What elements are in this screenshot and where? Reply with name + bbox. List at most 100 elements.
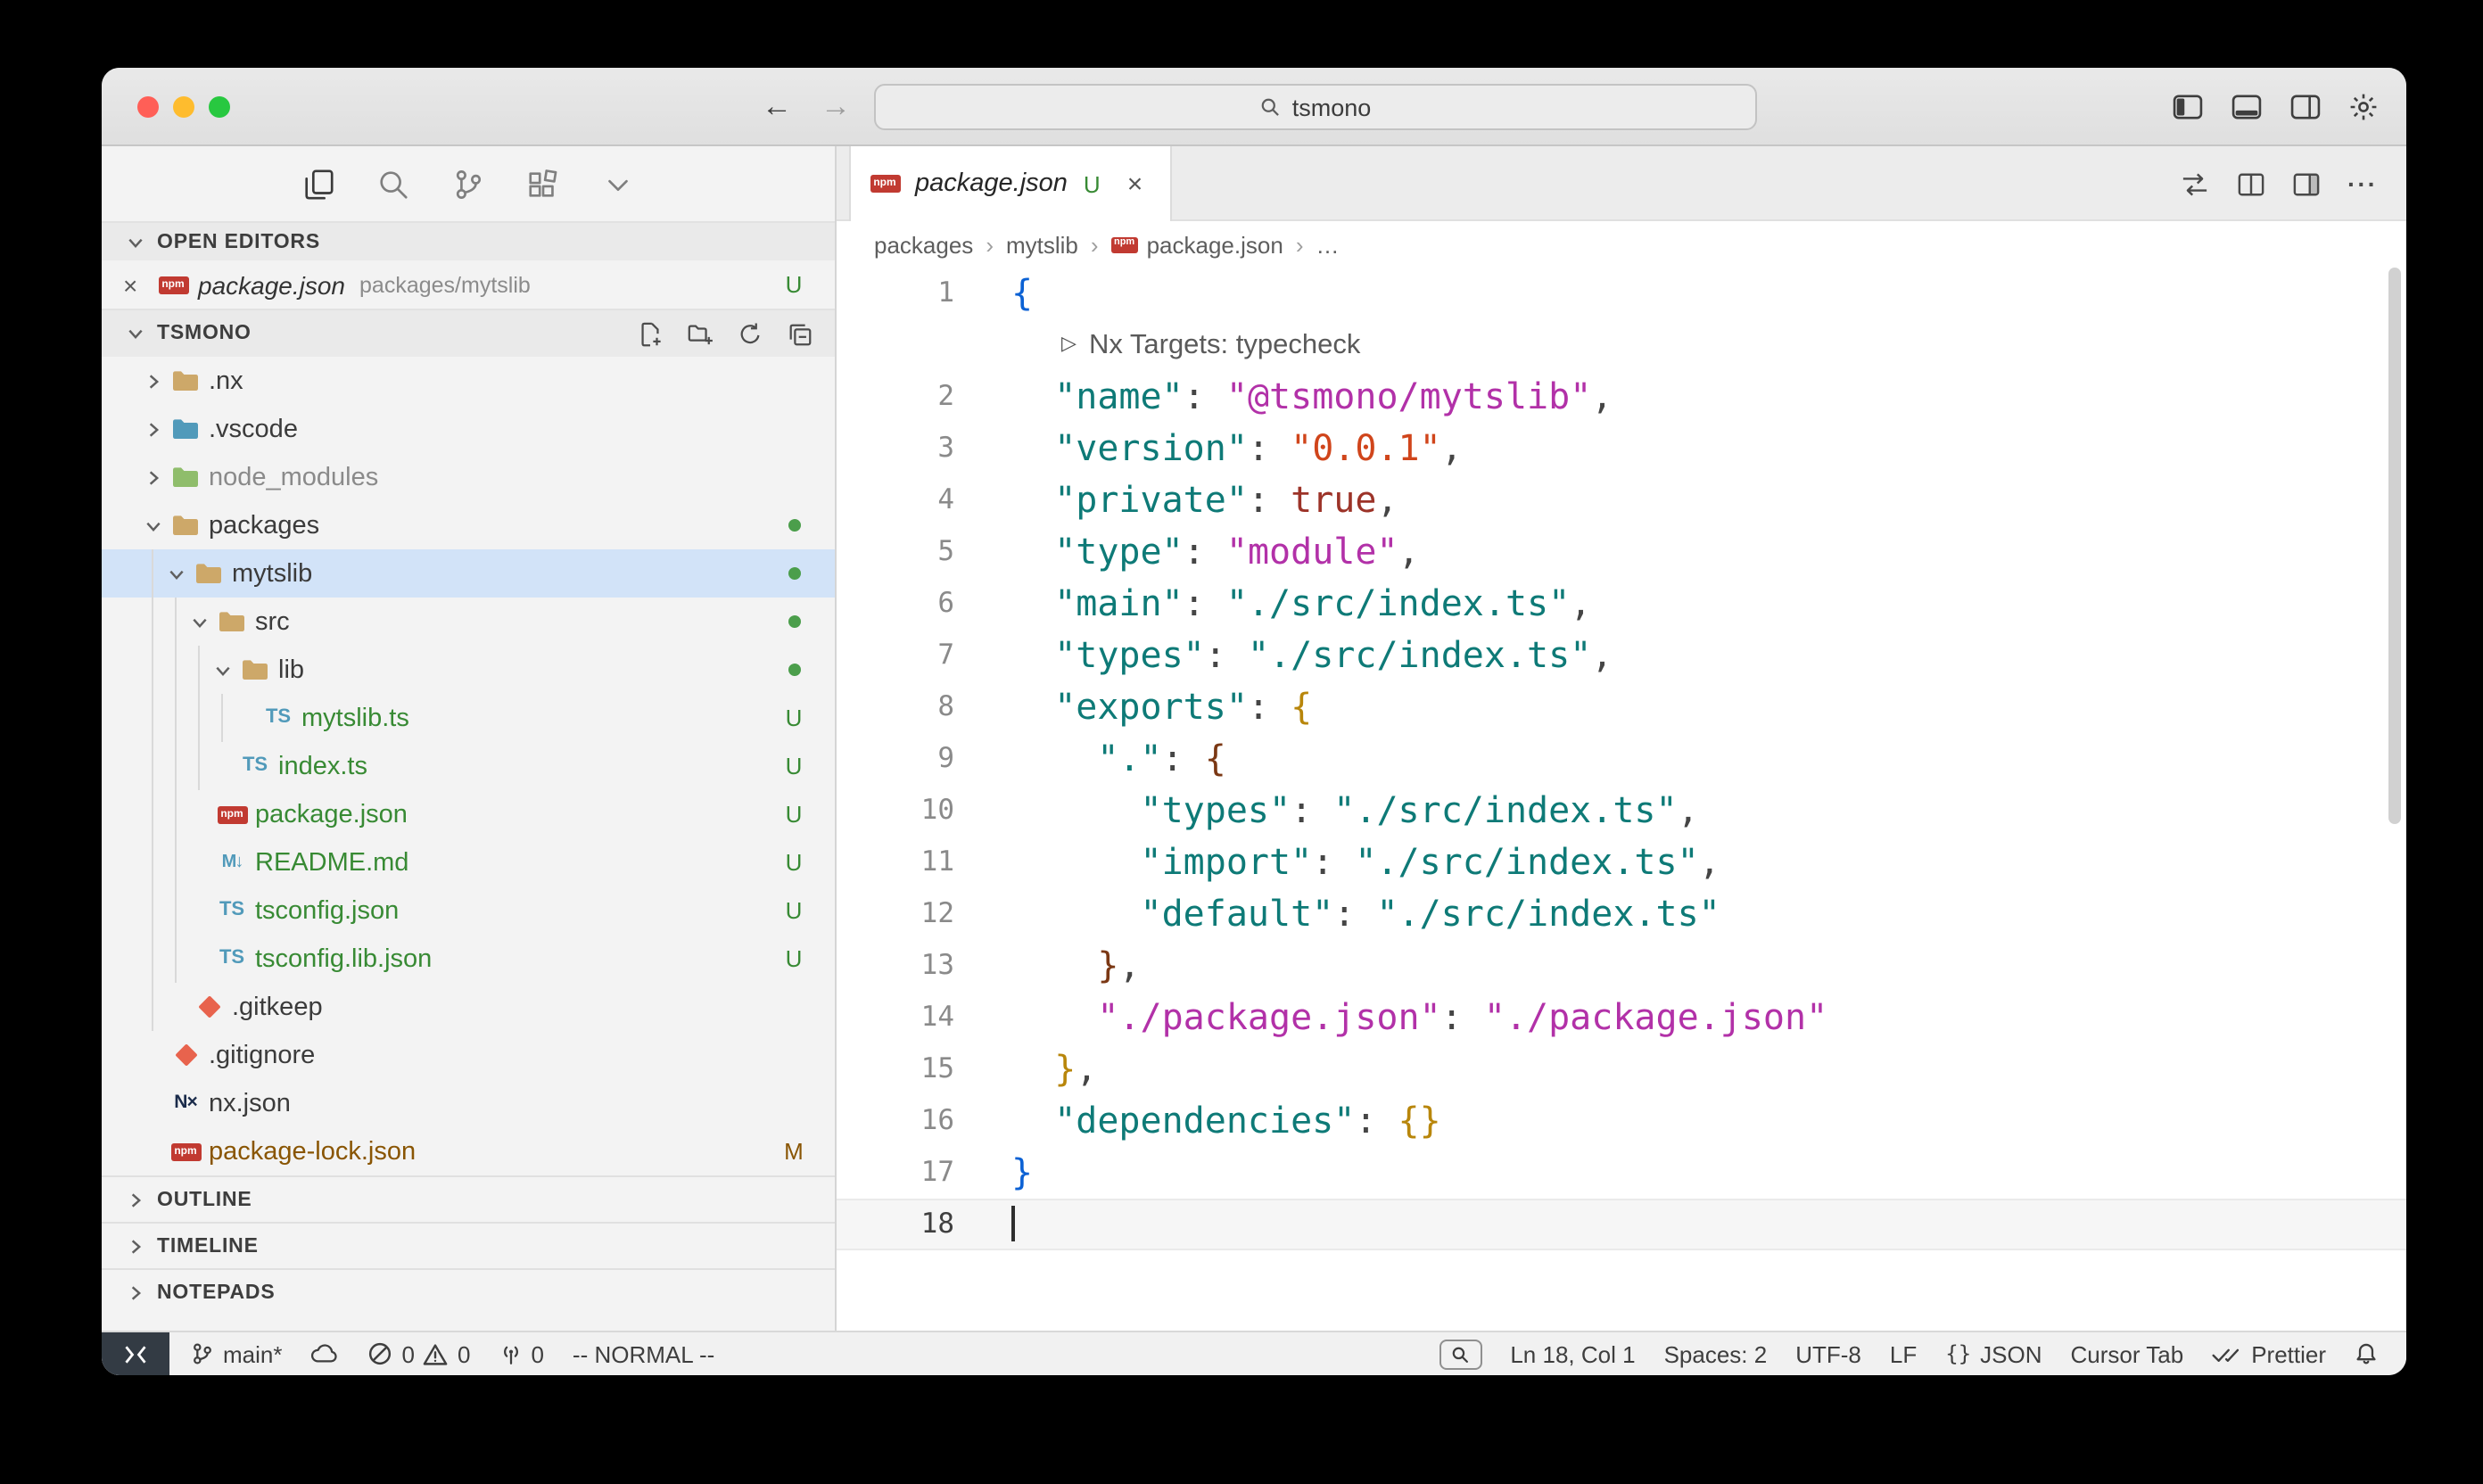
tree-item-tsconfig.lib.json[interactable]: TStsconfig.lib.jsonU <box>102 935 835 983</box>
refresh-icon[interactable] <box>737 320 763 347</box>
split-editor-icon[interactable] <box>2237 170 2265 197</box>
source-control-icon[interactable] <box>451 168 485 202</box>
code-line-6[interactable]: 6 "main": "./src/index.ts", <box>837 578 2406 630</box>
status-sync[interactable] <box>297 1331 354 1375</box>
breadcrumb-packages[interactable]: packages <box>874 231 973 258</box>
bell-icon <box>2355 1341 2378 1366</box>
toggle-primary-sidebar-icon[interactable] <box>2173 95 2203 120</box>
minimize-window-button[interactable] <box>173 96 194 118</box>
more-actions-icon[interactable]: ··· <box>2347 169 2378 198</box>
chevron-down-icon <box>120 325 150 342</box>
panel-header-timeline[interactable]: TIMELINE <box>102 1222 835 1268</box>
tree-item-tsconfig.json[interactable]: TStsconfig.jsonU <box>102 886 835 935</box>
close-window-button[interactable] <box>137 96 159 118</box>
tree-item-nx.json[interactable]: N×nx.json <box>102 1079 835 1127</box>
tree-item-packages[interactable]: packages <box>102 501 835 549</box>
zoom-window-button[interactable] <box>209 96 230 118</box>
code-line-1[interactable]: 1{ <box>837 268 2406 319</box>
compare-changes-icon[interactable] <box>2180 170 2210 197</box>
more-views-icon[interactable] <box>601 168 635 202</box>
explorer-icon[interactable] <box>301 168 335 202</box>
tree-item-mytslib.ts[interactable]: TSmytslib.tsU <box>102 694 835 742</box>
cloud-upload-icon <box>311 1343 340 1364</box>
close-tab-icon[interactable]: × <box>1127 169 1143 199</box>
code-line-18[interactable]: 18 <box>837 1199 2406 1250</box>
tab-package-json[interactable]: npm package.json U × <box>849 146 1172 221</box>
sidebar: OPEN EDITORS × npm package.json packages… <box>102 146 837 1331</box>
code-line-11[interactable]: 11 "import": "./src/index.ts", <box>837 837 2406 888</box>
code-line-17[interactable]: 17} <box>837 1147 2406 1199</box>
tree-item-.vscode[interactable]: .vscode <box>102 405 835 453</box>
codelens-nx-targets[interactable]: ▷Nx Targets: typecheck <box>1061 319 1360 371</box>
tree-item-node_modules[interactable]: node_modules <box>102 453 835 501</box>
close-editor-icon[interactable]: × <box>123 270 155 299</box>
tree-item-lib[interactable]: lib <box>102 646 835 694</box>
search-icon[interactable] <box>376 168 410 202</box>
tree-item-mytslib[interactable]: mytslib <box>102 549 835 598</box>
status-cursor-position[interactable]: Ln 18, Col 1 <box>1496 1331 1649 1375</box>
code-line-16[interactable]: 16 "dependencies": {} <box>837 1095 2406 1147</box>
code-line-2[interactable]: 2 "name": "@tsmono/mytslib", <box>837 371 2406 423</box>
tree-item-index.ts[interactable]: TSindex.tsU <box>102 742 835 790</box>
toggle-panel-icon[interactable] <box>2231 95 2262 120</box>
status-notifications[interactable] <box>2340 1331 2392 1375</box>
status-ports[interactable]: 0 <box>484 1331 557 1375</box>
open-editor-package-json[interactable]: × npm package.json packages/mytslib U <box>102 260 835 309</box>
breadcrumb-package.json[interactable]: npmpackage.json <box>1111 231 1283 258</box>
status-cursor-tab[interactable]: Cursor Tab <box>2057 1331 2198 1375</box>
workspace-header-tsmono[interactable]: TSMONO <box>102 309 835 357</box>
tree-item-README.md[interactable]: M↓README.mdU <box>102 838 835 886</box>
extensions-icon[interactable] <box>526 168 560 202</box>
new-folder-icon[interactable] <box>687 320 714 347</box>
breadcrumb-more[interactable]: … <box>1316 231 1340 258</box>
navigate-back-button[interactable]: ← <box>762 89 792 125</box>
settings-gear-icon[interactable] <box>2349 93 2378 121</box>
breadcrumb-mytslib[interactable]: mytslib <box>1006 231 1078 258</box>
tree-item-package.json[interactable]: npmpackage.jsonU <box>102 790 835 838</box>
collapse-all-icon[interactable] <box>787 320 813 347</box>
status-remote-indicator[interactable] <box>102 1332 169 1375</box>
tree-item-src[interactable]: src <box>102 598 835 646</box>
status-zoom[interactable] <box>1424 1331 1496 1375</box>
code-line-12[interactable]: 12 "default": "./src/index.ts" <box>837 888 2406 940</box>
code-line-9[interactable]: 9 ".": { <box>837 733 2406 785</box>
git-status-badge: U <box>763 271 824 298</box>
command-center-search[interactable]: tsmono <box>874 84 1757 130</box>
npm-file-icon: npm <box>214 805 250 823</box>
chevron-down-icon <box>120 233 150 251</box>
code-line-8[interactable]: 8 "exports": { <box>837 681 2406 733</box>
code-line-15[interactable]: 15 }, <box>837 1043 2406 1095</box>
toggle-secondary-sidebar-icon[interactable] <box>2290 95 2321 120</box>
status-language-mode[interactable]: {}JSON <box>1931 1331 2056 1375</box>
status-problems[interactable]: 00 <box>354 1331 485 1375</box>
navigate-forward-button[interactable]: → <box>821 89 851 125</box>
panel-header-notepads[interactable]: NOTEPADS <box>102 1268 835 1315</box>
code-line-13[interactable]: 13 }, <box>837 940 2406 992</box>
tree-item-.nx[interactable]: .nx <box>102 357 835 405</box>
code-line-3[interactable]: 3 "version": "0.0.1", <box>837 423 2406 474</box>
panel-header-outline[interactable]: OUTLINE <box>102 1175 835 1222</box>
status-git-branch[interactable]: main* <box>177 1331 297 1375</box>
line-number: 11 <box>837 837 954 888</box>
new-file-icon[interactable] <box>637 320 664 347</box>
tree-item-package-lock.json[interactable]: npmpackage-lock.jsonM <box>102 1127 835 1175</box>
status-eol[interactable]: LF <box>1876 1331 1931 1375</box>
code-line-7[interactable]: 7 "types": "./src/index.ts", <box>837 630 2406 681</box>
code-line-5[interactable]: 5 "type": "module", <box>837 526 2406 578</box>
code-line-10[interactable]: 10 "types": "./src/index.ts", <box>837 785 2406 837</box>
code-editor[interactable]: 1{▷Nx Targets: typecheck2 "name": "@tsmo… <box>837 268 2406 1331</box>
code-line-14[interactable]: 14 "./package.json": "./package.json" <box>837 992 2406 1043</box>
editor-scrollbar[interactable] <box>2388 268 2401 824</box>
toggle-layout-icon[interactable] <box>2292 170 2321 197</box>
open-editors-header[interactable]: OPEN EDITORS <box>102 221 835 260</box>
tree-item-label: lib <box>278 655 304 684</box>
status-vim-mode[interactable]: -- NORMAL -- <box>558 1331 729 1375</box>
code-line-4[interactable]: 4 "private": true, <box>837 474 2406 526</box>
status-indentation[interactable]: Spaces: 2 <box>1650 1331 1782 1375</box>
status-encoding[interactable]: UTF-8 <box>1781 1331 1876 1375</box>
tree-item-label: mytslib <box>232 559 312 588</box>
tree-item-.gitkeep[interactable]: .gitkeep <box>102 983 835 1031</box>
indent-guide <box>221 694 223 742</box>
tree-item-.gitignore[interactable]: .gitignore <box>102 1031 835 1079</box>
status-formatter-prettier[interactable]: Prettier <box>2198 1331 2340 1375</box>
